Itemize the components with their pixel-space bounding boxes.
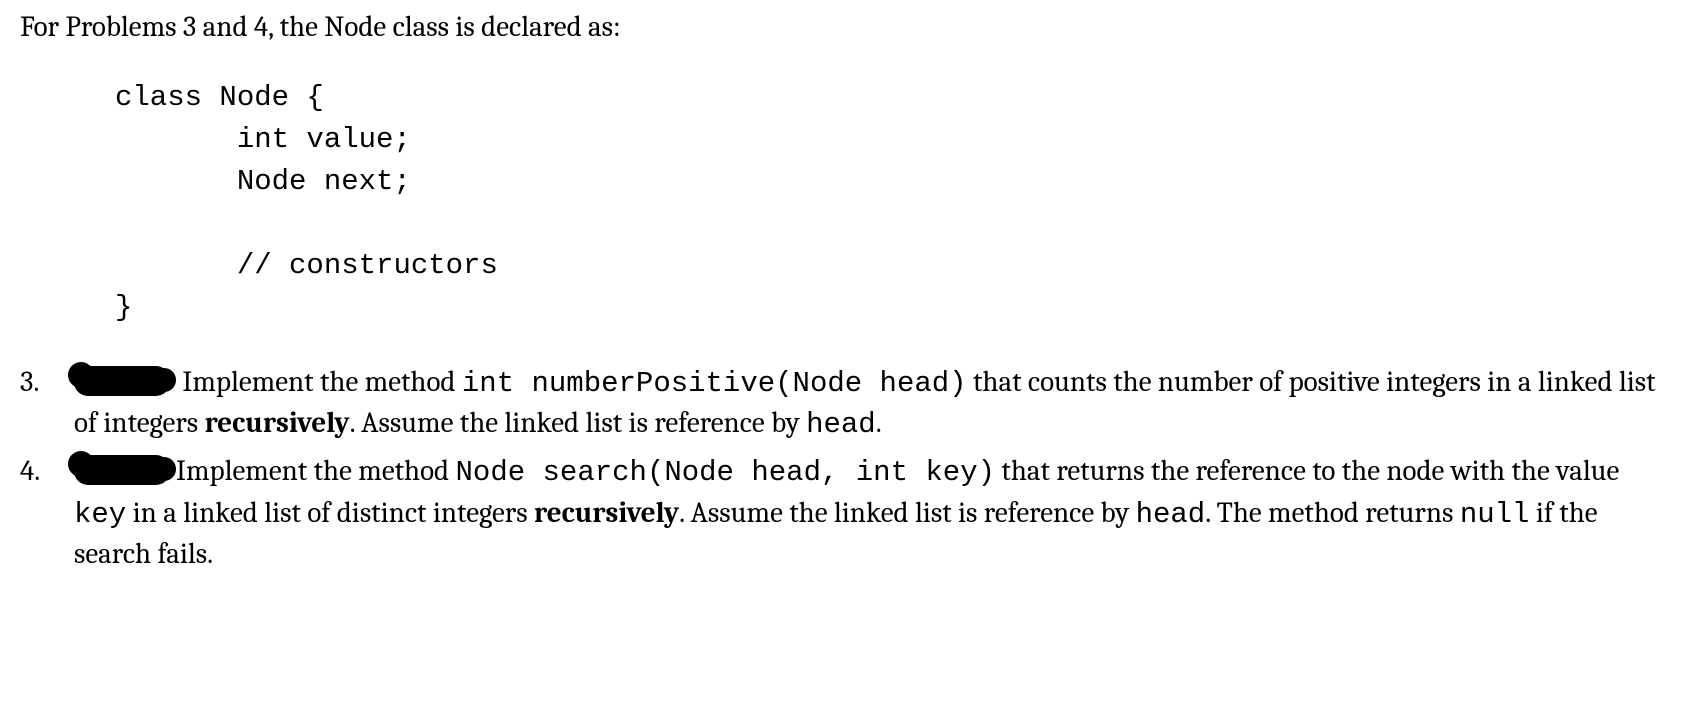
p4-text-1: Implement the method [176, 455, 456, 488]
p3-head: head [806, 408, 876, 441]
p4-text-3: in a linked list of distinct integers [126, 497, 534, 530]
intro-text: For Problems 3 and 4, the Node class is … [20, 8, 1672, 49]
p4-head: head [1136, 498, 1206, 531]
p4-key: key [74, 498, 126, 531]
p3-text-1: Implement the method [176, 366, 462, 399]
p4-text-4: . Assume the linked list is reference by [679, 497, 1136, 530]
p4-null: null [1460, 498, 1530, 531]
redaction-mark [74, 455, 170, 485]
p4-text-5: . The method returns [1205, 497, 1460, 530]
p4-text-2: that returns the reference to the node w… [995, 455, 1619, 488]
p4-signature: Node search(Node head, int key) [456, 456, 996, 489]
redaction-mark [74, 366, 170, 396]
p3-text-4: . [876, 407, 882, 440]
problem-4: Implement the method Node search(Node he… [20, 452, 1672, 576]
p3-recursively: recursively [205, 407, 350, 440]
p3-signature: int numberPositive(Node head) [462, 367, 967, 400]
p3-text-3: . Assume the linked list is reference by [350, 407, 807, 440]
problem-3: Implement the method int numberPositive(… [20, 363, 1672, 446]
p4-recursively: recursively [534, 497, 679, 530]
problem-list: Implement the method int numberPositive(… [20, 363, 1672, 576]
node-class-code: class Node { int value; Node next; // co… [115, 77, 1672, 329]
